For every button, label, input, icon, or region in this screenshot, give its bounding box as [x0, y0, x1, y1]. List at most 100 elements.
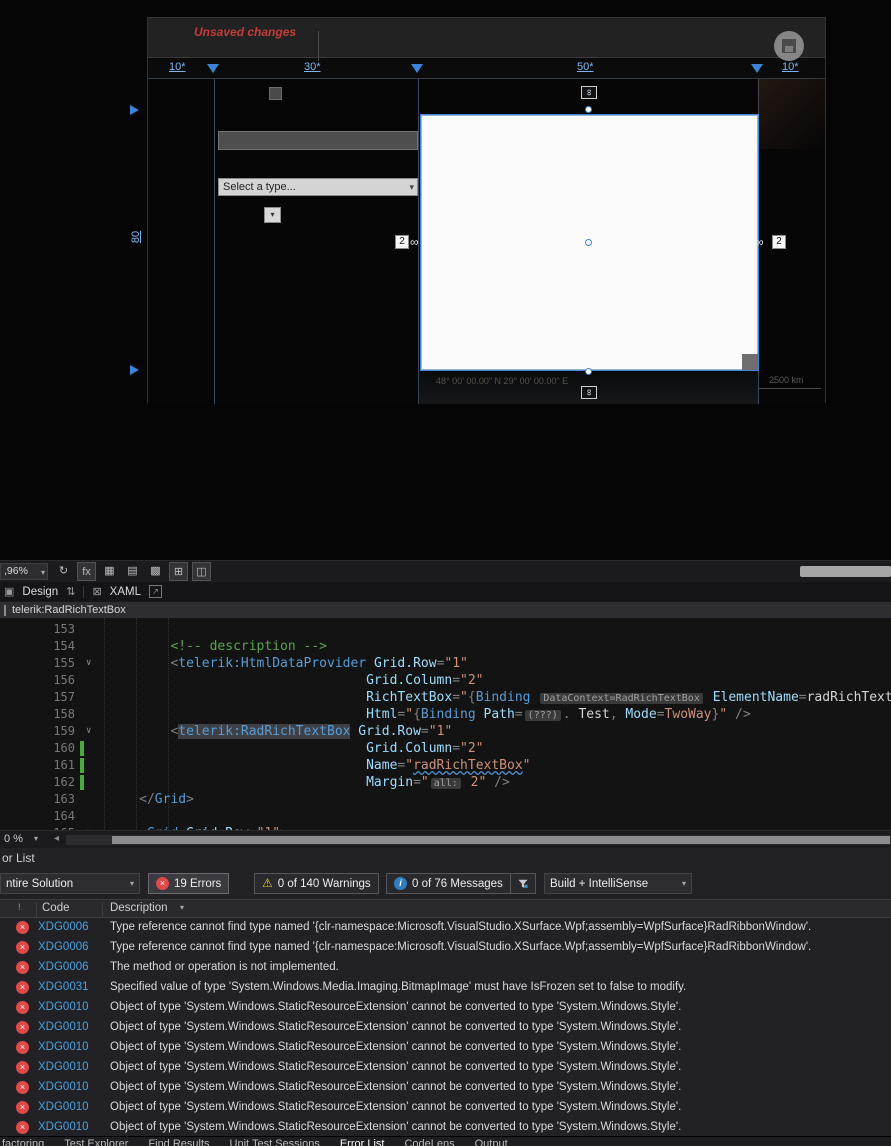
tab-xaml[interactable]: XAML: [110, 586, 141, 598]
panel-tab-output[interactable]: Output: [465, 1137, 518, 1146]
tab-design[interactable]: Design: [22, 586, 58, 598]
design-canvas[interactable]: Select a type... ▾ ▾ ∞ ∞ 2 ∞ ∞ 2 48° 00'…: [148, 78, 825, 404]
error-code-link[interactable]: XDG0006: [38, 941, 89, 953]
error-row[interactable]: × XDG0010 Object of type 'System.Windows.S…: [0, 998, 891, 1018]
error-code-link[interactable]: XDG0031: [38, 981, 89, 993]
collapse-chevron-icon[interactable]: ∨: [86, 655, 91, 672]
code-line[interactable]: 163 </Grid>: [0, 791, 891, 808]
code-line[interactable]: 154 <!-- description -->: [0, 638, 891, 655]
error-code-link[interactable]: XDG0010: [38, 1081, 89, 1093]
effects-toggle-icon[interactable]: fx: [77, 562, 96, 581]
show-grid-icon[interactable]: ▦: [100, 562, 119, 581]
code-line[interactable]: 157 RichTextBox="{Binding DataContext=Ra…: [0, 689, 891, 706]
right-margin-badge[interactable]: 2: [772, 235, 786, 249]
source-filter-dropdown[interactable]: Build + IntelliSense ▾: [544, 873, 692, 894]
scrollbar-thumb[interactable]: [112, 836, 890, 844]
design-artboard[interactable]: Unsaved changes Select a type... ▾ ▾ ∞ ∞…: [147, 17, 826, 404]
document-outline-breadcrumb[interactable]: telerik:RadRichTextBox: [0, 601, 891, 618]
grid-column-size-label[interactable]: 50*: [577, 61, 594, 73]
severity-column-icon[interactable]: !: [18, 902, 21, 912]
code-line[interactable]: 155 ∨ <telerik:HtmlDataProvider Grid.Row=…: [0, 655, 891, 672]
error-row[interactable]: × XDG0010 Object of type 'System.Windows.S…: [0, 1118, 891, 1138]
left-chain-icon[interactable]: ∞: [410, 236, 419, 248]
panel-tab-factoring[interactable]: factoring: [0, 1137, 54, 1146]
snapping-toggle-icon[interactable]: ⊞: [169, 562, 188, 581]
code-line[interactable]: 158 Html="{Binding Path= (???). Test, Mod…: [0, 706, 891, 723]
code-line[interactable]: 156 Grid.Column="2": [0, 672, 891, 689]
filter-button[interactable]: [510, 873, 536, 894]
designer-horizontal-scrollbar[interactable]: [800, 566, 891, 577]
error-code-link[interactable]: XDG0010: [38, 1001, 89, 1013]
error-code-link[interactable]: XDG0006: [38, 961, 89, 973]
popout-icon[interactable]: ↗: [148, 585, 162, 598]
panel-tab-test-explorer[interactable]: Test Explorer: [54, 1137, 138, 1146]
panel-tab-unit-test-sessions[interactable]: Unit Test Sessions: [220, 1137, 330, 1146]
designed-combobox[interactable]: Select a type... ▾: [218, 178, 418, 196]
grid-row-marker-icon[interactable]: [130, 105, 139, 115]
error-code-link[interactable]: XDG0010: [38, 1101, 89, 1113]
bottom-anchor-icon[interactable]: ∞: [581, 386, 597, 399]
editor-zoom-select[interactable]: 0 %: [4, 833, 23, 845]
error-row[interactable]: × XDG0010 Object of type 'System.Windows.S…: [0, 1038, 891, 1058]
error-row[interactable]: × XDG0010 Object of type 'System.Windows.S…: [0, 1098, 891, 1118]
designer-zoom-combo[interactable]: ,96% ▾: [0, 563, 48, 580]
error-code-link[interactable]: XDG0010: [38, 1121, 89, 1133]
center-anchor-dot[interactable]: [585, 239, 592, 246]
left-margin-badge[interactable]: 2: [395, 235, 409, 249]
column-header-code[interactable]: Code: [42, 902, 70, 914]
right-chain-icon[interactable]: ∞: [755, 236, 764, 248]
errors-filter-button[interactable]: × 19 Errors: [148, 873, 230, 894]
panel-tab-codelens[interactable]: CodeLens: [394, 1137, 464, 1146]
grid-row-size-label[interactable]: 80: [130, 227, 142, 247]
grid-row-marker-icon[interactable]: [130, 365, 139, 375]
bottom-resize-handle[interactable]: [585, 368, 592, 375]
resize-grip[interactable]: [742, 354, 758, 370]
scroll-left-icon[interactable]: ◂: [54, 833, 59, 844]
error-row[interactable]: × XDG0010 Object of type 'System.Windows.S…: [0, 1078, 891, 1098]
collapse-chevron-icon[interactable]: ∨: [86, 723, 91, 740]
xaml-design-surface[interactable]: Unsaved changes Select a type... ▾ ▾ ∞ ∞…: [0, 0, 891, 560]
grid-splitter-marker-icon[interactable]: [411, 64, 423, 73]
top-resize-handle[interactable]: [585, 106, 592, 113]
error-row[interactable]: × XDG0006 The method or operation is not i…: [0, 958, 891, 978]
xaml-code-editor[interactable]: 153 154 <!-- description --> 155 ∨ <telerik…: [0, 618, 891, 830]
error-row[interactable]: × XDG0006 Type reference cannot find type …: [0, 938, 891, 958]
code-line[interactable]: 160 Grid.Column="2": [0, 740, 891, 757]
grid-column-size-label[interactable]: 10*: [169, 61, 186, 73]
grid-splitter-marker-icon[interactable]: [751, 64, 763, 73]
warnings-filter-button[interactable]: ⚠ 0 of 140 Warnings: [254, 873, 379, 894]
code-line[interactable]: 161 Name="radRichTextBox": [0, 757, 891, 774]
snap-grid-icon[interactable]: ▤: [123, 562, 142, 581]
column-divider[interactable]: [102, 902, 103, 917]
designed-dropdown-button[interactable]: ▾: [264, 207, 281, 223]
error-row[interactable]: × XDG0010 Object of type 'System.Windows.S…: [0, 1018, 891, 1038]
split-view-icon[interactable]: ◫: [192, 562, 211, 581]
scope-filter-dropdown[interactable]: ntire Solution ▾: [0, 873, 140, 894]
code-line[interactable]: 162 Margin=" all: 2" />: [0, 774, 891, 791]
code-line[interactable]: 164: [0, 808, 891, 825]
panel-tab-error-list[interactable]: Error List: [330, 1137, 395, 1146]
top-anchor-icon[interactable]: ∞: [581, 86, 597, 99]
messages-filter-button[interactable]: i 0 of 76 Messages: [386, 873, 511, 894]
error-row[interactable]: × XDG0006 Type reference cannot find type …: [0, 918, 891, 938]
code-line[interactable]: 153: [0, 621, 891, 638]
grid-column-size-label[interactable]: 10*: [782, 61, 799, 73]
save-button[interactable]: [774, 31, 804, 61]
artboard-background-icon[interactable]: ▩: [146, 562, 165, 581]
column-divider[interactable]: [36, 902, 37, 917]
column-header-description[interactable]: Description: [110, 902, 168, 914]
swap-panes-icon[interactable]: ⇅: [66, 585, 75, 598]
designed-textbox[interactable]: [218, 131, 418, 150]
panel-tab-find-results[interactable]: Find Results: [138, 1137, 219, 1146]
error-code-link[interactable]: XDG0006: [38, 921, 89, 933]
editor-horizontal-scrollbar[interactable]: [66, 835, 891, 845]
breadcrumb-path[interactable]: telerik:RadRichTextBox: [12, 602, 126, 619]
error-row[interactable]: × XDG0010 Object of type 'System.Windows.S…: [0, 1058, 891, 1078]
grid-column-size-label[interactable]: 30*: [304, 61, 321, 73]
error-code-link[interactable]: XDG0010: [38, 1061, 89, 1073]
error-code-link[interactable]: XDG0010: [38, 1041, 89, 1053]
refresh-icon[interactable]: ↻: [54, 562, 73, 581]
error-row[interactable]: × XDG0031 Specified value of type 'System.…: [0, 978, 891, 998]
error-code-link[interactable]: XDG0010: [38, 1021, 89, 1033]
code-line[interactable]: 159 ∨ <telerik:RadRichTextBox Grid.Row="1…: [0, 723, 891, 740]
